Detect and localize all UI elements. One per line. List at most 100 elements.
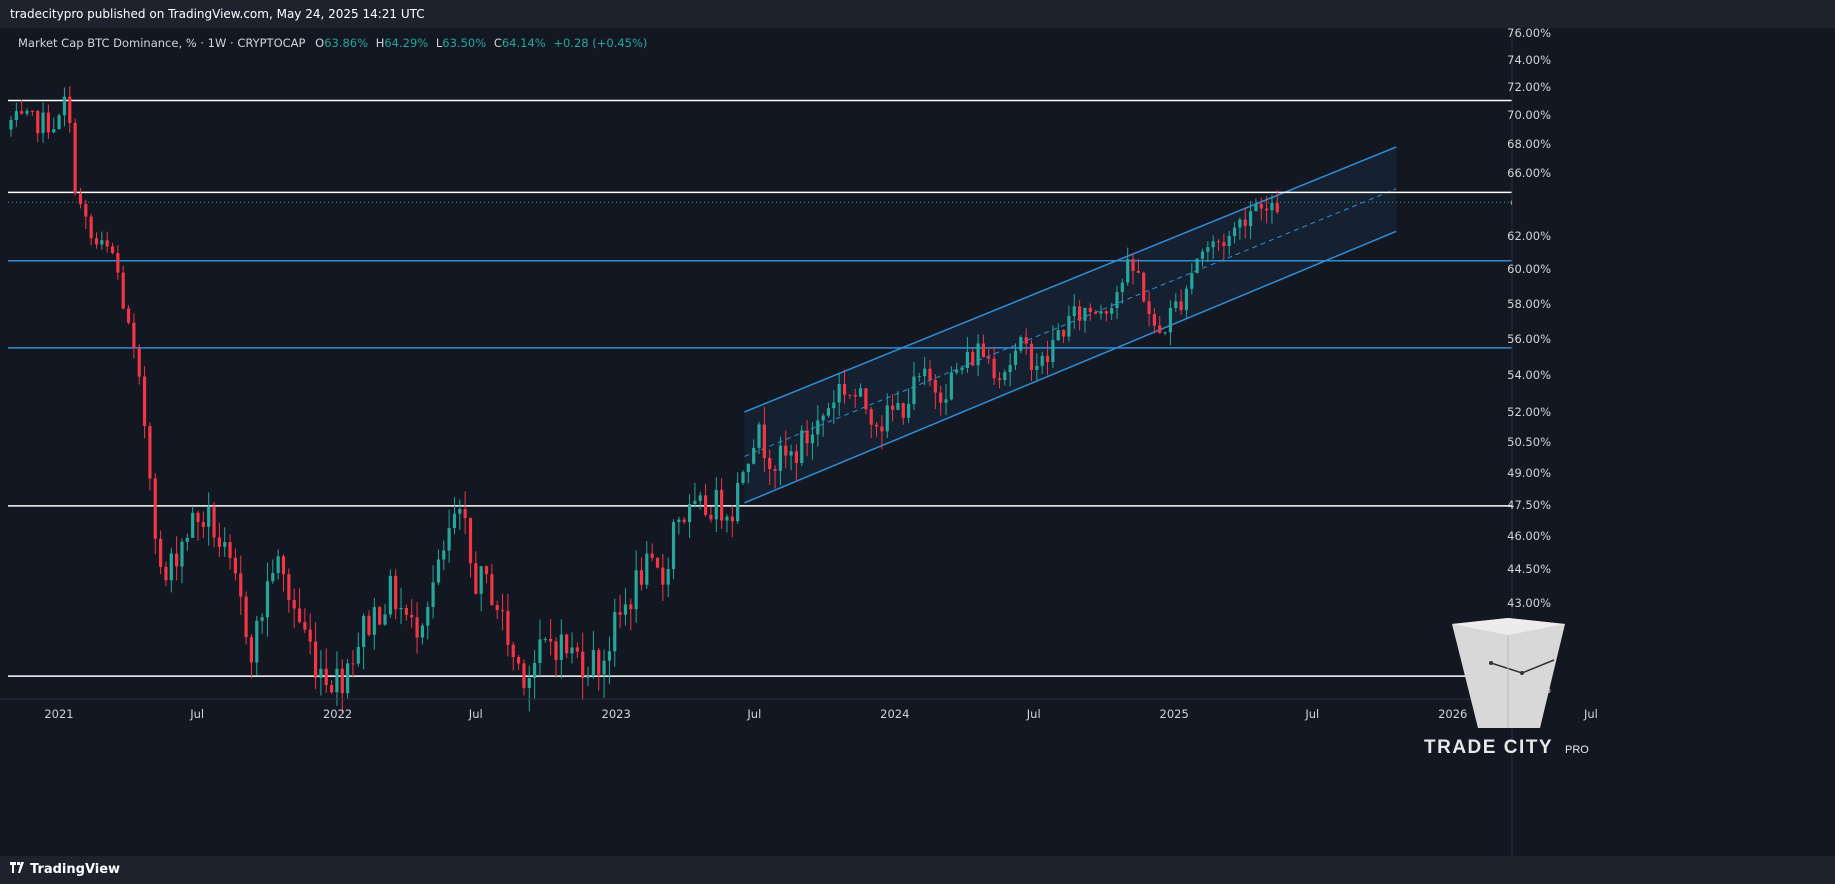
candle-body — [714, 489, 718, 520]
candle-body — [340, 668, 344, 694]
candle-body — [543, 638, 547, 640]
candle-body — [538, 639, 542, 663]
candle-body — [784, 445, 788, 456]
candle-body — [746, 463, 750, 473]
candle-body — [709, 514, 713, 520]
candle-body — [1035, 365, 1039, 370]
candle-body — [356, 646, 360, 664]
candle-body — [1184, 288, 1189, 311]
candle-body — [629, 604, 633, 610]
candle-body — [554, 641, 558, 660]
candle-body — [687, 503, 692, 523]
candle-body — [500, 610, 505, 612]
candle-body — [607, 651, 612, 661]
x-tick-label: Jul — [1026, 707, 1041, 721]
legend-o-label: O — [315, 36, 325, 50]
candle-body — [159, 538, 163, 567]
candle-body — [826, 408, 831, 416]
candle-body — [175, 553, 179, 567]
candle-body — [810, 434, 815, 444]
candle-body — [20, 111, 24, 114]
candle-body — [581, 651, 585, 678]
candle-body — [741, 472, 745, 484]
candle-body — [661, 567, 665, 585]
channel-lower-line — [744, 230, 1397, 504]
candle-body — [148, 425, 152, 479]
candle-body — [549, 638, 553, 642]
y-tick-label: 68.00% — [1507, 137, 1551, 151]
candle-body — [778, 445, 782, 471]
candle-body — [789, 451, 793, 456]
publish-header: tradecitypro published on TradingView.co… — [0, 0, 1835, 28]
candle-body — [682, 519, 686, 523]
candle-body — [1227, 235, 1231, 247]
candle-body — [923, 368, 927, 377]
candle-body — [917, 376, 921, 378]
legend-close: 64.14% — [501, 36, 546, 50]
candle-body — [762, 424, 766, 458]
x-tick-label: 2024 — [880, 707, 909, 721]
candle-body — [981, 343, 986, 358]
candle-body — [730, 516, 734, 522]
price-chart[interactable]: 71.04%64.77%60.50%55.51%47.46%39.99%64.1… — [0, 28, 1835, 856]
candle-body — [73, 122, 77, 194]
candle-body — [1259, 203, 1263, 209]
candle-body — [1179, 301, 1183, 311]
candle-body — [618, 612, 622, 615]
candle-body — [1158, 325, 1162, 333]
candle-body — [41, 112, 45, 134]
candle-body — [1248, 211, 1253, 227]
candle-body — [698, 495, 702, 501]
candle-body — [1061, 329, 1066, 337]
candle-body — [1072, 306, 1076, 317]
candle-body — [297, 608, 302, 623]
candle-body — [1115, 292, 1119, 309]
candle-body — [52, 129, 56, 133]
candle-body — [623, 604, 628, 615]
candle-body — [30, 110, 34, 112]
candle-body — [650, 553, 654, 558]
candle-body — [185, 537, 189, 542]
candle-body — [346, 663, 350, 694]
candle-body — [960, 368, 964, 371]
candle-body — [794, 451, 799, 463]
candle-body — [890, 405, 895, 410]
symbol-legend: Market Cap BTC Dominance, % · 1W · CRYPT… — [18, 36, 647, 50]
channel-upper-line — [744, 146, 1397, 413]
candle-body — [1200, 251, 1205, 259]
candle-body — [1243, 219, 1247, 227]
candle-body — [484, 566, 489, 575]
candle-body — [463, 509, 467, 519]
candle-body — [634, 570, 638, 610]
candle-body — [933, 379, 937, 393]
candle-body — [57, 115, 61, 130]
candle-body — [431, 582, 435, 608]
candle-body — [324, 668, 328, 686]
candle-body — [1232, 227, 1237, 236]
y-tick-label: 56.00% — [1507, 332, 1551, 346]
candle-body — [164, 566, 168, 581]
candle-body — [308, 629, 312, 642]
candle-body — [575, 647, 579, 652]
candle-body — [1088, 307, 1092, 313]
tradingview-logo[interactable]: TradingView — [10, 862, 120, 877]
candle-body — [693, 500, 697, 504]
candle-body — [1051, 340, 1055, 363]
candle-body — [410, 614, 414, 618]
candle-body — [260, 617, 264, 621]
x-tick-label: 2022 — [323, 707, 352, 721]
legend-c-label: C — [493, 36, 502, 50]
candle-body — [992, 358, 996, 379]
y-tick-label: 54.00% — [1507, 368, 1551, 382]
candle-body — [907, 403, 911, 418]
candle-body — [84, 204, 88, 217]
candle-body — [832, 402, 836, 409]
candle-body — [971, 351, 975, 366]
candle-body — [853, 394, 857, 397]
candle-body — [1083, 307, 1087, 321]
candle-body — [14, 111, 18, 120]
candle-body — [522, 663, 526, 688]
candle-body — [1190, 273, 1194, 289]
candle-body — [671, 522, 676, 570]
x-tick-label: Jul — [746, 707, 761, 721]
